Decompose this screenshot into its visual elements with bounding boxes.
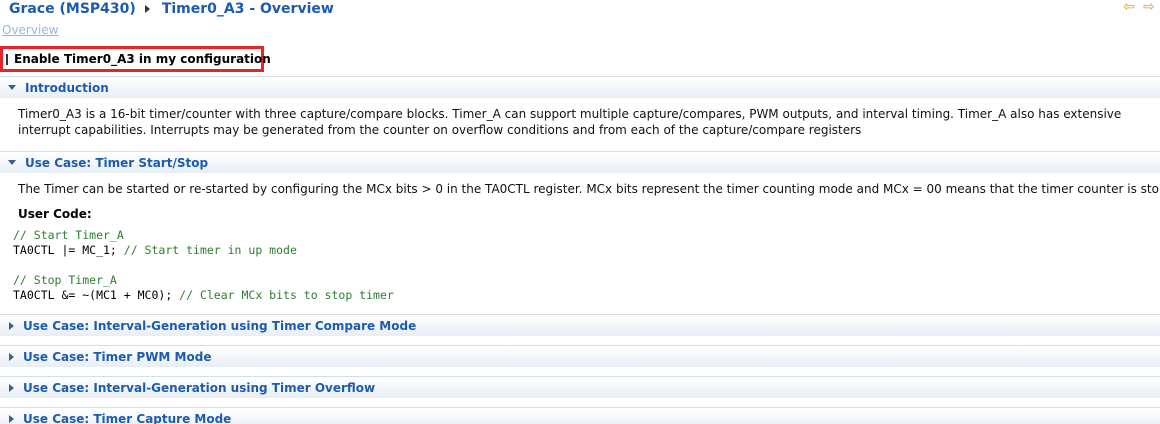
breadcrumb-separator-icon bbox=[144, 5, 150, 13]
code-block: // Start Timer_A TA0CTL |= MC_1; // Star… bbox=[13, 228, 394, 303]
forward-arrow-icon[interactable]: ⇨ bbox=[1142, 0, 1156, 14]
overview-link[interactable]: Overview bbox=[2, 23, 59, 37]
enable-timer-checkbox[interactable] bbox=[6, 53, 8, 65]
section-title[interactable]: Use Case: Timer Capture Mode bbox=[23, 412, 231, 424]
code-comment: // Clear MCx bits to stop timer bbox=[179, 288, 394, 302]
section-introduction-header[interactable]: Introduction bbox=[0, 76, 1160, 98]
section-interval-compare-header[interactable]: Use Case: Interval-Generation using Time… bbox=[0, 314, 1160, 336]
collapsed-twisty-icon[interactable] bbox=[9, 414, 14, 423]
page-title: Timer0_A3 - Overview bbox=[161, 1, 334, 17]
section-title[interactable]: Introduction bbox=[25, 81, 109, 95]
code-comment: // Stop Timer_A bbox=[13, 273, 117, 287]
code-line: TA0CTL |= MC_1; bbox=[13, 243, 124, 257]
header-breadcrumb: Grace (MSP430) Timer0_A3 - Overview ⇦ ⇨ bbox=[0, 0, 1160, 18]
expanded-twisty-icon[interactable] bbox=[8, 160, 16, 165]
introduction-text: Timer0_A3 is a 16-bit timer/counter with… bbox=[18, 107, 1122, 137]
section-title[interactable]: Use Case: Interval-Generation using Time… bbox=[23, 381, 375, 395]
collapsed-twisty-icon[interactable] bbox=[9, 383, 14, 392]
section-title[interactable]: Use Case: Timer PWM Mode bbox=[23, 350, 211, 364]
enable-timer-label[interactable]: Enable Timer0_A3 in my configuration bbox=[14, 52, 271, 66]
nav-icons: ⇦ ⇨ bbox=[1122, 0, 1156, 14]
section-pwm-header[interactable]: Use Case: Timer PWM Mode bbox=[0, 345, 1160, 367]
section-interval-overflow-header[interactable]: Use Case: Interval-Generation using Time… bbox=[0, 376, 1160, 398]
breadcrumb-root[interactable]: Grace (MSP430) bbox=[9, 1, 136, 17]
section-capture-header[interactable]: Use Case: Timer Capture Mode bbox=[0, 407, 1160, 424]
back-arrow-icon[interactable]: ⇦ bbox=[1122, 0, 1136, 14]
enable-timer-option[interactable]: Enable Timer0_A3 in my configuration bbox=[0, 46, 271, 72]
section-title[interactable]: Use Case: Interval-Generation using Time… bbox=[23, 319, 416, 333]
start-stop-text: The Timer can be started or re-started b… bbox=[18, 182, 1160, 196]
code-comment: // Start Timer_A bbox=[13, 228, 124, 242]
section-start-stop-header[interactable]: Use Case: Timer Start/Stop bbox=[0, 151, 1160, 173]
collapsed-twisty-icon[interactable] bbox=[9, 321, 14, 330]
grace-timer-overview-page: Grace (MSP430) Timer0_A3 - Overview ⇦ ⇨ … bbox=[0, 0, 1160, 424]
code-comment: // Start timer in up mode bbox=[123, 243, 297, 257]
section-title[interactable]: Use Case: Timer Start/Stop bbox=[25, 156, 208, 170]
collapsed-twisty-icon[interactable] bbox=[9, 352, 14, 361]
expanded-twisty-icon[interactable] bbox=[8, 85, 16, 90]
code-line: TA0CTL &= ~(MC1 + MC0); bbox=[13, 288, 180, 302]
user-code-label: User Code: bbox=[18, 207, 92, 221]
